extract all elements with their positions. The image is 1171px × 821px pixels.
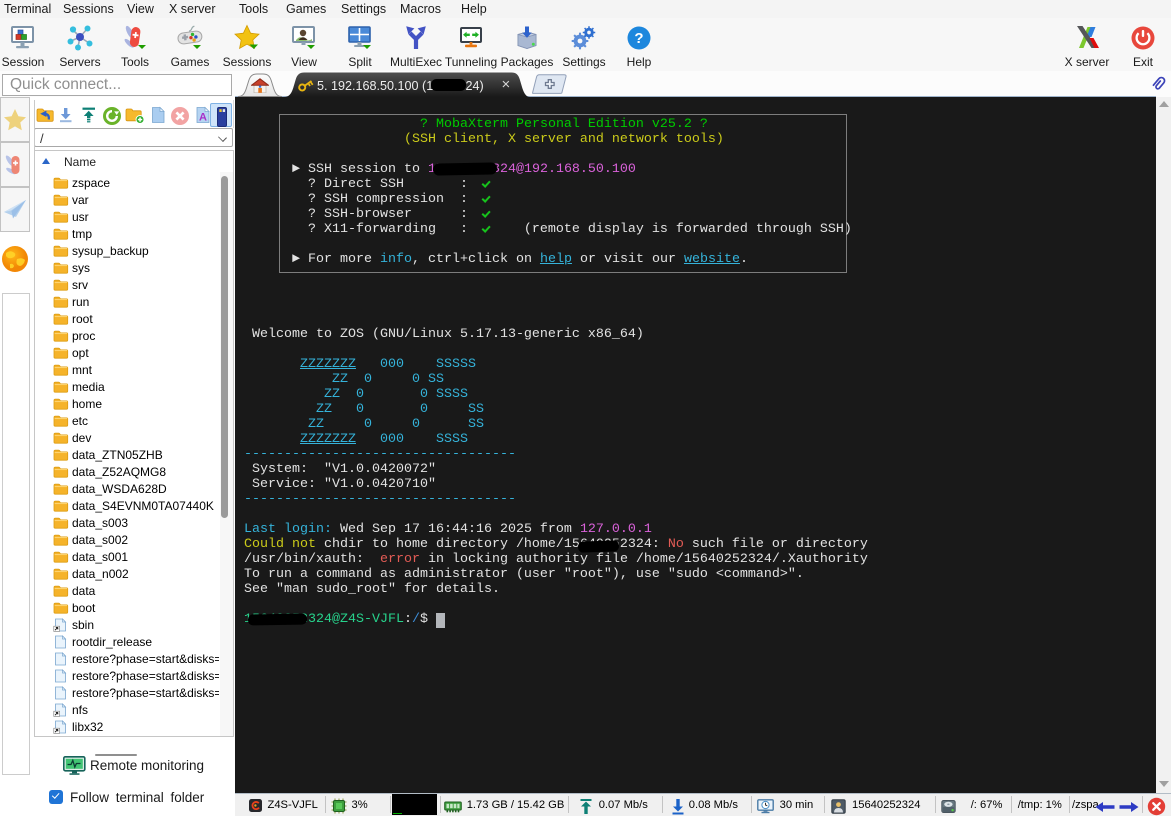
svg-text:A: A	[199, 112, 207, 124]
svg-text:?: ?	[634, 30, 643, 47]
